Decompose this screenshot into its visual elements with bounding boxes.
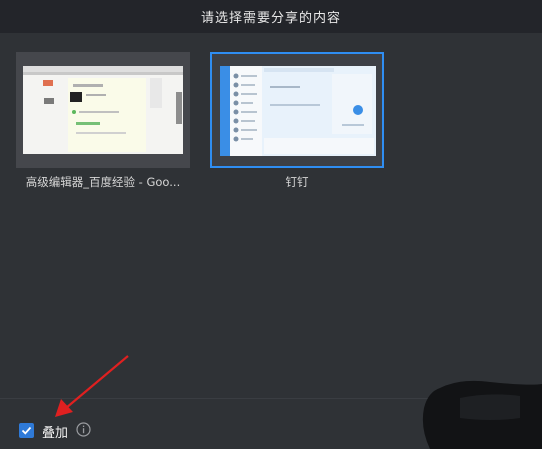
window-thumbnail [16, 52, 190, 168]
dialog-title: 请选择需要分享的内容 [200, 11, 341, 26]
browser-window-thumbnail [16, 52, 190, 168]
overlay-checkbox[interactable] [19, 423, 34, 438]
window-option-dingtalk[interactable]: 钉钉 [210, 52, 384, 192]
window-option-label: 钉钉 [285, 175, 309, 189]
window-thumbnail-selected [210, 52, 384, 168]
dingtalk-window-thumbnail [212, 54, 382, 166]
window-option-browser[interactable]: 高级编辑器_百度经验 - Goo... [16, 52, 190, 192]
overlay-label[interactable]: 叠加 [42, 422, 68, 441]
info-icon[interactable] [76, 422, 91, 437]
dark-overlay-shape [422, 380, 542, 449]
window-option-label: 高级编辑器_百度经验 - Goo... [25, 175, 181, 189]
dialog-title-bar: 请选择需要分享的内容 [0, 0, 542, 33]
checkmark-icon [21, 426, 32, 435]
window-picker: 高级编辑器_百度经验 - Goo... 钉钉 [0, 33, 542, 398]
